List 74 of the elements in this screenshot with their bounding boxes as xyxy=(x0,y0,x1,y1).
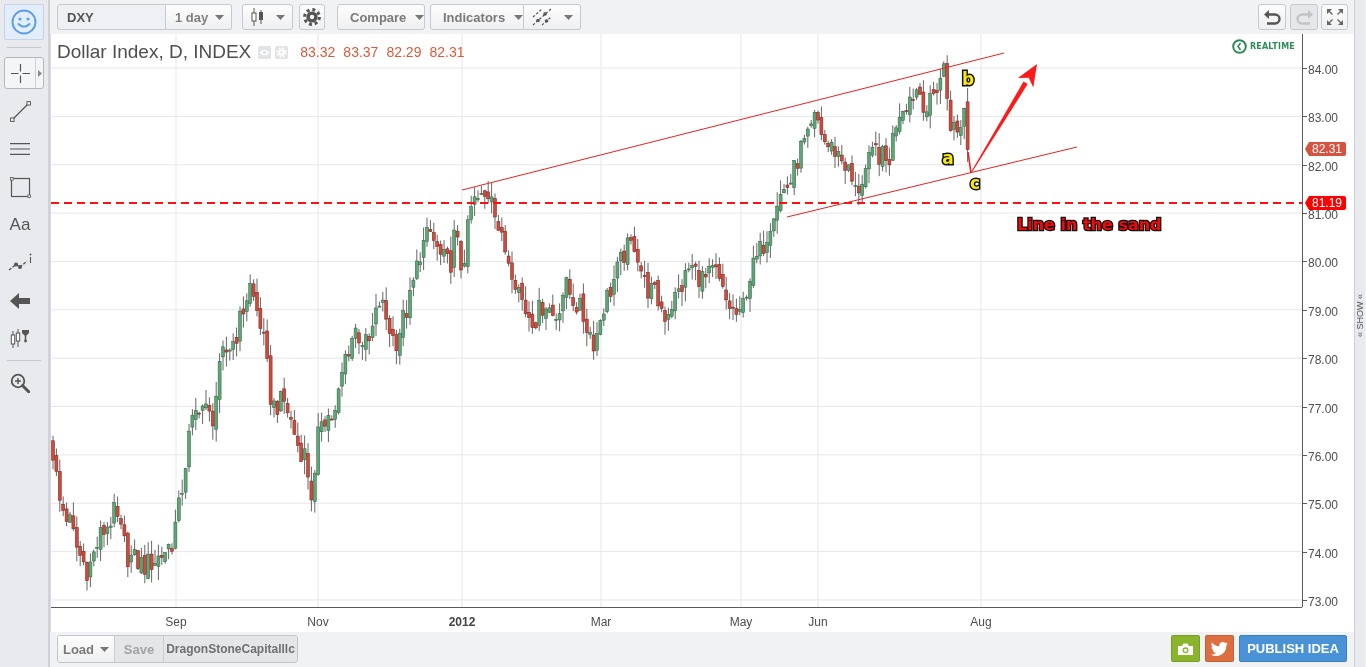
zigzag-dots-icon xyxy=(8,253,32,273)
realtime-label: REALTIME xyxy=(1249,42,1295,51)
horizontal-lines-icon xyxy=(10,143,30,155)
price-axis-label: 84.00 xyxy=(1308,64,1339,76)
price-axis-label: 77.00 xyxy=(1308,402,1339,415)
price-axis-label: 79.00 xyxy=(1308,305,1339,318)
line-segment-icon xyxy=(9,100,31,122)
ohlc-value: 83.37 xyxy=(343,44,379,60)
settings-icon xyxy=(303,8,321,26)
price-axis-label: 75.00 xyxy=(1308,499,1339,512)
fullscreen-icon xyxy=(1326,9,1343,25)
layout-name-button[interactable]: DragonStoneCapitalllc xyxy=(163,636,297,662)
chart-style-button[interactable] xyxy=(242,4,293,30)
drawings-dropdown[interactable] xyxy=(524,4,581,30)
left-arrow-icon xyxy=(10,293,30,309)
price-tag: 82.31 xyxy=(1305,142,1347,156)
clock-icon xyxy=(1231,39,1247,54)
price-axis-label: 83.00 xyxy=(1308,112,1339,125)
wave-label: a xyxy=(942,148,954,168)
zoom-in-icon xyxy=(10,373,30,393)
price-tag: 81.19 xyxy=(1305,196,1347,210)
fullscreen-button[interactable] xyxy=(1321,4,1348,30)
caret-icon xyxy=(215,14,224,20)
time-axis-label: May xyxy=(729,615,753,629)
chart-annotation: Line in the sand xyxy=(1017,215,1162,234)
time-axis-label: Aug xyxy=(970,615,992,629)
publish-idea-button[interactable]: PUBLISH IDEA xyxy=(1239,635,1347,662)
interval-dropdown[interactable]: 1 day xyxy=(166,4,232,30)
price-axis-label: 78.00 xyxy=(1308,354,1339,367)
undo-icon xyxy=(1263,9,1281,25)
price-axis-label: 76.00 xyxy=(1308,450,1339,463)
ohlc-value: 82.29 xyxy=(386,44,422,60)
caret-icon xyxy=(38,69,42,77)
crosshair-icon xyxy=(10,63,30,83)
caret-icon xyxy=(514,14,524,20)
dashed-lines-dots-icon xyxy=(531,8,552,26)
price-axis-label: 80.00 xyxy=(1308,257,1339,270)
wave-label: b xyxy=(961,69,975,89)
rectangle-icon xyxy=(9,176,31,198)
time-axis-label: Mar xyxy=(590,615,612,629)
wave-label: c xyxy=(969,173,981,193)
show-panel-toggle[interactable]: « SHOW « xyxy=(1355,294,1365,337)
time-axis-label: Nov xyxy=(307,615,329,629)
candles-pin-icon xyxy=(10,328,30,350)
time-axis-label: Jun xyxy=(808,615,828,629)
undo-button[interactable] xyxy=(1258,4,1286,30)
time-axis-label: Sep xyxy=(165,615,187,629)
text-tool-button[interactable]: Aa xyxy=(4,209,44,241)
price-axis-label: 74.00 xyxy=(1308,547,1339,560)
ohlc-value: 83.32 xyxy=(300,44,336,60)
camera-icon xyxy=(1178,642,1193,655)
caret-icon xyxy=(275,14,285,20)
smiley-icon xyxy=(11,9,37,35)
symbol-title: Dollar Index, D, INDEX xyxy=(57,41,252,63)
price-axis-label: 81.00 xyxy=(1308,209,1339,222)
symbol-field[interactable]: DXY xyxy=(57,4,166,30)
time-axis-label: 2012 xyxy=(448,615,476,629)
load-button[interactable]: Load xyxy=(58,636,114,662)
redo-icon xyxy=(1295,9,1313,25)
caret-icon xyxy=(415,14,425,20)
price-axis-label: 73.00 xyxy=(1308,595,1339,608)
candlestick-icon xyxy=(250,8,265,26)
snapshot-button[interactable] xyxy=(1171,635,1200,662)
share-button[interactable] xyxy=(1205,635,1234,662)
caret-icon xyxy=(100,646,110,652)
crosshair-tool-button[interactable] xyxy=(4,57,44,89)
compare-dropdown[interactable]: Compare xyxy=(337,4,425,30)
caret-icon xyxy=(563,14,573,20)
indicators-dropdown[interactable]: Indicators xyxy=(430,4,524,30)
price-axis-label: 82.00 xyxy=(1308,160,1339,173)
bird-icon xyxy=(1211,641,1228,656)
ohlc-value: 82.31 xyxy=(429,44,465,60)
wave-line xyxy=(967,151,972,174)
settings-button[interactable] xyxy=(299,4,325,30)
